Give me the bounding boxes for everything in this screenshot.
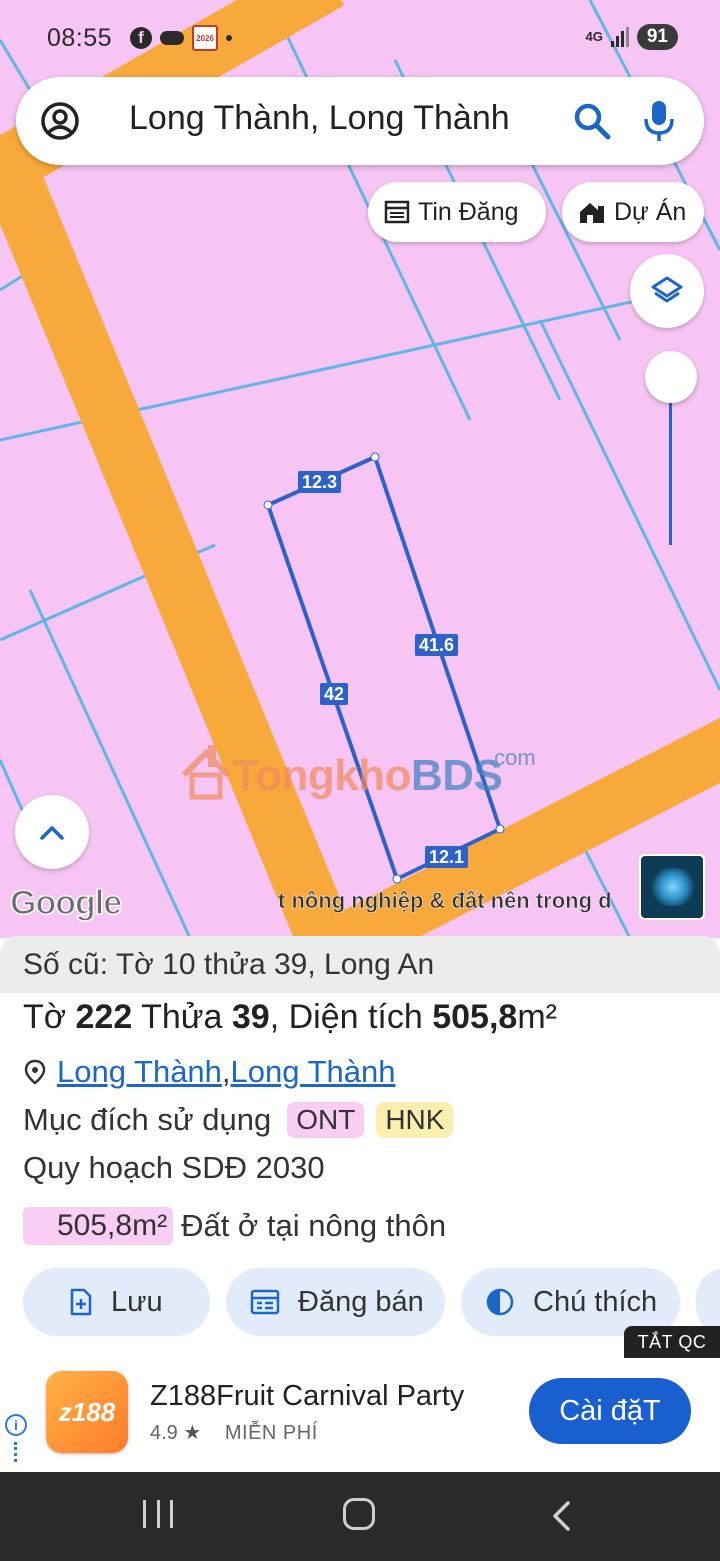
layers-button[interactable] <box>630 254 704 328</box>
calendar-app-icon: 2026 <box>192 25 218 51</box>
contrast-icon <box>486 1288 514 1316</box>
status-time: 08:55 <box>47 24 113 52</box>
listing-icon <box>250 1289 280 1315</box>
sheet-number: 222 <box>75 998 133 1036</box>
location-row: Long Thành, Long Thành <box>23 1054 395 1090</box>
layers-icon <box>651 276 683 303</box>
location-link-commune[interactable]: Long Thành <box>57 1054 222 1090</box>
watermark-text-a: Tongkho <box>232 751 411 800</box>
old-parcel-number: Số cũ: Tờ 10 thửa 39, Long An <box>0 936 720 993</box>
sheet-label: Tờ <box>23 998 76 1036</box>
location-link-district[interactable]: Long Thành <box>231 1054 396 1090</box>
ad-choices-icon <box>14 1442 17 1462</box>
expand-panel-button[interactable] <box>15 795 89 869</box>
opacity-slider-handle[interactable] <box>645 351 697 403</box>
cloud-icon <box>160 31 184 45</box>
tin-dang-chip[interactable]: Tin Đăng <box>368 182 546 242</box>
close-ad-button[interactable]: TẮT QC <box>624 1326 720 1358</box>
land-use-purpose: Mục đích sử dụng ONT HNK <box>23 1102 454 1138</box>
promo-thumbnail[interactable] <box>639 854 705 920</box>
plot-number: 39 <box>231 998 270 1036</box>
save-label: Lưu <box>111 1285 163 1318</box>
battery-level: 91 <box>636 24 678 50</box>
land-area-chip: 505,8m² <box>23 1207 174 1245</box>
area-unit: m² <box>517 998 557 1036</box>
parcel-info-panel: Số cũ: Tờ 10 thửa 39, Long An Tờ 222 Thử… <box>0 936 720 1358</box>
ad-info-icon[interactable]: i <box>5 1414 27 1436</box>
ad-title[interactable]: Z188Fruit Carnival Party <box>150 1380 464 1413</box>
purpose-badge-hnk: HNK <box>376 1102 454 1138</box>
signal-icon <box>610 27 629 47</box>
search-input[interactable]: Long Thành, Long Thành <box>129 99 510 138</box>
building-icon <box>580 203 604 223</box>
install-button[interactable]: Cài đặT <box>529 1378 691 1444</box>
du-an-label: Dự Án <box>614 197 687 226</box>
account-icon[interactable] <box>40 101 80 141</box>
planning-label: Quy hoạch SDĐ 2030 <box>23 1150 325 1185</box>
star-icon: ★ <box>183 1422 202 1444</box>
chevron-up-icon <box>40 826 64 840</box>
parcel-length-label-left: 42 <box>320 683 349 705</box>
add-file-icon <box>70 1288 92 1316</box>
microphone-icon[interactable] <box>642 99 676 143</box>
listing-icon <box>384 200 410 224</box>
area-value: 505,8 <box>432 998 518 1036</box>
back-icon[interactable] <box>550 1500 572 1532</box>
location-separator: , <box>221 1054 231 1089</box>
status-bar: 08:55 f 2026 4G 91 <box>0 0 720 80</box>
legend-label: Chú thích <box>533 1285 658 1318</box>
save-button[interactable]: Lưu <box>23 1268 210 1336</box>
price-label: MIỄN PHÍ <box>224 1422 318 1444</box>
watermark: Tongkho BDS .com <box>180 745 536 801</box>
map-view[interactable]: 12.3 41.6 42 12.1 Tongkho BDS .com 08:55 … <box>0 0 720 938</box>
land-type: Đất ở tại nông thôn <box>181 1208 447 1243</box>
area-label: , Diện tích <box>269 998 433 1036</box>
purpose-badge-ont: ONT <box>287 1102 365 1138</box>
opacity-slider-track[interactable] <box>669 380 672 545</box>
post-for-sale-button[interactable]: Đăng bán <box>226 1268 445 1336</box>
post-for-sale-label: Đăng bán <box>298 1285 424 1318</box>
rating-value: 4.9 <box>150 1422 178 1444</box>
land-type-row: 505,8m² Đất ở tại nông thôn <box>23 1207 446 1245</box>
watermark-house-icon <box>181 745 231 800</box>
parcel-length-label-right: 41.6 <box>415 634 459 656</box>
search-bar[interactable]: Long Thành, Long Thành <box>16 77 704 165</box>
action-buttons: Lưu Đăng bán Chú thích <box>0 1268 720 1336</box>
plot-label: Thửa <box>132 998 232 1036</box>
ad-banner[interactable]: i z188 Z188Fruit Carnival Party 4.9 ★ MI… <box>0 1358 720 1472</box>
recent-apps-icon[interactable] <box>143 1500 173 1528</box>
network-type: 4G <box>585 29 603 44</box>
parcel-summary: Tờ 222 Thửa 39, Diện tích 505,8m² <box>23 998 557 1037</box>
promo-ticker[interactable]: t nông nghiệp & đất nền trong d <box>278 888 636 914</box>
location-pin-icon <box>24 1059 46 1085</box>
system-nav-bar <box>0 1472 720 1561</box>
du-an-chip[interactable]: Dự Án <box>562 182 704 242</box>
notification-dot-icon <box>226 35 232 41</box>
google-logo: Google <box>9 883 123 923</box>
tin-dang-label: Tin Đăng <box>418 197 519 226</box>
parcel-length-label-bottom: 12.1 <box>425 846 469 868</box>
watermark-suffix: .com <box>488 745 536 770</box>
app-icon[interactable]: z188 <box>46 1371 128 1453</box>
home-icon[interactable] <box>343 1498 375 1530</box>
app-icon-text: z188 <box>58 1396 116 1427</box>
parcel-length-label-top: 12.3 <box>298 471 342 493</box>
ad-rating: 4.9 ★ MIỄN PHÍ <box>150 1420 318 1445</box>
search-icon[interactable] <box>572 101 612 141</box>
facebook-icon: f <box>130 27 152 49</box>
purpose-label: Mục đích sử dụng <box>23 1102 272 1137</box>
